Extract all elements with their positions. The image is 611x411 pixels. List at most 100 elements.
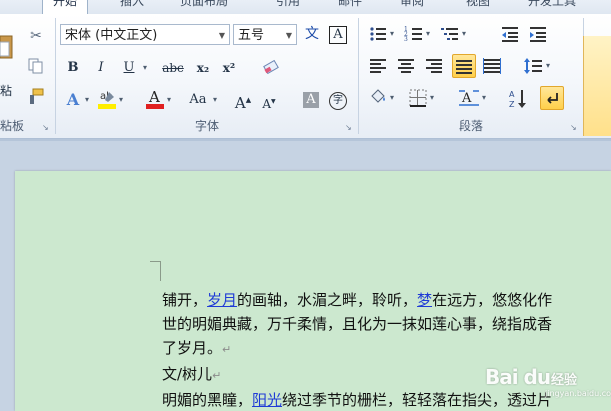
borders-button[interactable] [408, 88, 428, 108]
shading-button[interactable] [368, 88, 388, 108]
styles-gallery-edge[interactable] [583, 36, 611, 136]
show-hide-marks-button[interactable] [540, 86, 564, 110]
numbering-button[interactable]: 1 2 3 [404, 24, 424, 44]
highlight-button[interactable]: ab [97, 88, 117, 109]
align-left-button[interactable] [368, 56, 388, 76]
hyperlink[interactable]: 阳光 [252, 391, 282, 409]
bullets-dropdown[interactable]: ▾ [390, 24, 394, 44]
eraser-icon [263, 59, 279, 75]
chinese-layout-dropdown[interactable]: ▾ [482, 88, 486, 108]
shading-dropdown[interactable]: ▾ [390, 88, 394, 108]
numbering-dropdown[interactable]: ▾ [426, 24, 430, 44]
decrease-indent-button[interactable] [500, 24, 520, 44]
increase-indent-icon [530, 27, 546, 42]
highlighter-icon: ab [98, 91, 116, 109]
text-effects-dropdown[interactable]: ▾ [85, 90, 89, 110]
increase-indent-button[interactable] [528, 24, 548, 44]
paste-button[interactable]: 粘 [0, 28, 14, 98]
clipboard-dialog-launcher[interactable]: ↘ [42, 124, 50, 132]
document-line: 铺开，岁月的画轴，水湄之畔，聆听，梦在远方，悠悠化作 [162, 288, 611, 312]
chevron-down-icon: ▼ [218, 31, 225, 40]
highlight-dropdown[interactable]: ▾ [119, 90, 123, 110]
text-run: 明媚的黑瞳， [162, 391, 253, 409]
paste-icon [0, 35, 13, 59]
watermark-url: jingyan.baidu.com [545, 389, 611, 398]
ruler-edge [0, 139, 611, 141]
chinese-layout-button[interactable]: A [458, 88, 479, 108]
chinese-layout-icon: A [459, 90, 479, 106]
font-group: 宋体 (中文正文) ▼ 五号 ▼ 文 A B I U ▾ abc x₂ x² A… [57, 14, 357, 138]
hyperlink[interactable]: 岁月 [207, 291, 237, 309]
tab-view[interactable]: 视图 [466, 0, 490, 14]
underline-dropdown[interactable]: ▾ [143, 58, 147, 78]
font-color-button[interactable]: A [145, 88, 165, 109]
scissors-icon: ✂ [30, 28, 42, 44]
tab-references[interactable]: 引用 [276, 0, 300, 14]
grow-font-button[interactable]: A▲ [233, 90, 253, 112]
change-case-button[interactable]: Aa [183, 90, 213, 110]
phonetic-guide-button[interactable]: 文 [302, 24, 322, 44]
line-spacing-button[interactable] [524, 56, 544, 76]
align-center-button[interactable] [396, 56, 416, 76]
margin-corner-mark [150, 261, 160, 262]
multilevel-list-button[interactable] [440, 24, 460, 44]
font-size-combo[interactable]: 五号 ▼ [233, 24, 297, 45]
line-spacing-icon [524, 58, 542, 74]
text-effects-button[interactable]: A [63, 90, 83, 110]
tab-review[interactable]: 审阅 [400, 0, 424, 14]
char-shading-button[interactable]: A [303, 92, 319, 108]
underline-button[interactable]: U [119, 58, 139, 78]
italic-button[interactable]: I [91, 58, 111, 78]
strikethrough-button[interactable]: abc [159, 58, 187, 78]
shrink-font-button[interactable]: A▼ [259, 92, 279, 112]
strikethrough-icon: abc [162, 61, 184, 75]
cut-button[interactable]: ✂ [26, 26, 46, 46]
change-case-dropdown[interactable]: ▾ [213, 90, 217, 110]
multilevel-list-dropdown[interactable]: ▾ [462, 24, 466, 44]
align-left-icon [370, 59, 386, 73]
baidu-watermark: Bai du 经验 jingyan.baidu.com [485, 365, 611, 405]
chevron-down-icon: ▼ [285, 31, 292, 40]
tab-page-layout[interactable]: 页面布局 [180, 0, 228, 14]
font-size-value: 五号 [238, 28, 265, 43]
clipboard-group: 粘 ✂ 粘板 ↘ [0, 14, 54, 138]
sort-button[interactable]: A Z [508, 88, 528, 109]
paragraph-dialog-launcher[interactable]: ↘ [570, 124, 578, 132]
bullets-button[interactable] [368, 24, 388, 44]
bold-button[interactable]: B [63, 58, 83, 78]
font-name-combo[interactable]: 宋体 (中文正文) ▼ [60, 24, 230, 45]
distributed-align-button[interactable] [482, 56, 502, 76]
superscript-button[interactable]: x² [219, 58, 239, 78]
hyperlink[interactable]: 梦 [417, 291, 432, 309]
font-color-dropdown[interactable]: ▾ [167, 90, 171, 110]
justify-icon [456, 60, 472, 74]
borders-dropdown[interactable]: ▾ [430, 88, 434, 108]
format-painter-icon [30, 88, 44, 104]
tab-insert[interactable]: 插入 [120, 0, 144, 14]
line-spacing-dropdown[interactable]: ▾ [546, 56, 550, 76]
watermark-logo: Bai du [485, 365, 551, 389]
svg-text:Z: Z [509, 100, 515, 109]
grow-font-icon: A [234, 94, 246, 112]
font-dialog-launcher[interactable]: ↘ [345, 124, 353, 132]
clear-formatting-button[interactable] [261, 58, 281, 78]
italic-icon: I [98, 60, 104, 75]
justify-button[interactable] [452, 54, 476, 78]
align-right-button[interactable] [424, 56, 444, 76]
text-effects-icon: A [66, 90, 80, 109]
char-border-button[interactable]: A [329, 26, 347, 44]
tab-developer[interactable]: 开发工具 [528, 0, 576, 14]
numbering-icon: 1 2 3 [404, 26, 422, 43]
ribbon: 粘 ✂ 粘板 ↘ 宋体 (中文正文) ▼ 五号 ▼ 文 A B I U ▾ ab… [0, 14, 611, 139]
enclose-characters-button[interactable]: 字 [329, 92, 347, 110]
multilevel-list-icon [441, 28, 458, 40]
format-painter-button[interactable] [26, 86, 46, 106]
document-line: 了岁月。↵ [162, 336, 611, 362]
copy-icon [28, 58, 43, 74]
tab-mailings[interactable]: 邮件 [338, 0, 362, 14]
svg-text:A: A [148, 88, 160, 106]
subscript-button[interactable]: x₂ [193, 58, 213, 78]
borders-icon [409, 89, 427, 107]
tab-home[interactable]: 开始 [42, 0, 89, 14]
copy-button[interactable] [26, 56, 46, 76]
